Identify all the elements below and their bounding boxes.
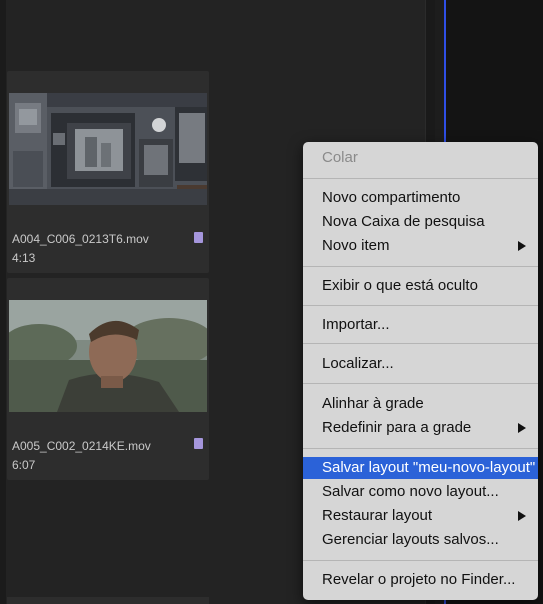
clip-duration: 4:13 xyxy=(12,251,36,265)
submenu-arrow-icon xyxy=(518,241,526,251)
menu-separator xyxy=(303,383,538,384)
menu-item-import[interactable]: Importar... xyxy=(303,314,538,336)
clip-label-color[interactable] xyxy=(194,232,203,243)
menu-item-align-to-grid[interactable]: Alinhar à grade xyxy=(303,393,538,415)
menu-item-paste: Colar xyxy=(322,149,358,166)
context-menu: Colar Novo compartimento Nova Caixa de p… xyxy=(303,142,538,600)
menu-item-save-layout[interactable]: Salvar layout "meu-novo-layout" xyxy=(303,457,538,479)
clip-card-partial[interactable] xyxy=(7,597,209,604)
clip-label-color[interactable] xyxy=(194,438,203,449)
menu-item-reveal-in-finder[interactable]: Revelar o projeto no Finder... xyxy=(303,569,538,591)
submenu-arrow-icon xyxy=(518,423,526,433)
menu-item-find[interactable]: Localizar... xyxy=(303,353,538,375)
menu-item-reset-to-grid[interactable]: Redefinir para a grade xyxy=(303,417,538,439)
menu-item-new-item[interactable]: Novo item xyxy=(303,235,538,257)
clip-duration: 6:07 xyxy=(12,458,36,472)
clip-card[interactable]: A005_C002_0214KE.mov 6:07 xyxy=(7,278,209,480)
clip-card[interactable]: A004_C006_0213T6.mov 4:13 xyxy=(7,71,209,273)
menu-item-manage-saved-layouts[interactable]: Gerenciar layouts salvos... xyxy=(303,529,538,551)
clip-name: A005_C002_0214KE.mov xyxy=(12,439,151,453)
panel-left-gutter xyxy=(0,0,6,604)
menu-item-new-search-bin[interactable]: Nova Caixa de pesquisa xyxy=(303,211,538,233)
menu-separator xyxy=(303,560,538,561)
menu-separator xyxy=(303,343,538,344)
menu-separator xyxy=(303,448,538,449)
menu-item-save-as-new-layout[interactable]: Salvar como novo layout... xyxy=(303,481,538,503)
menu-separator xyxy=(303,266,538,267)
clip-thumbnail-retro-tvs[interactable] xyxy=(9,93,207,205)
submenu-arrow-icon xyxy=(518,511,526,521)
clip-thumbnail-man[interactable] xyxy=(9,300,207,412)
retro-tv-thumbnail-image xyxy=(9,93,207,205)
menu-separator xyxy=(303,178,538,179)
clip-name: A004_C006_0213T6.mov xyxy=(12,232,149,246)
menu-item-new-bin[interactable]: Novo compartimento xyxy=(303,187,538,209)
menu-separator xyxy=(303,305,538,306)
menu-item-show-hidden[interactable]: Exibir o que está oculto xyxy=(303,275,538,297)
menu-item-restore-layout[interactable]: Restaurar layout xyxy=(303,505,538,527)
man-portrait-thumbnail-image xyxy=(9,300,207,412)
